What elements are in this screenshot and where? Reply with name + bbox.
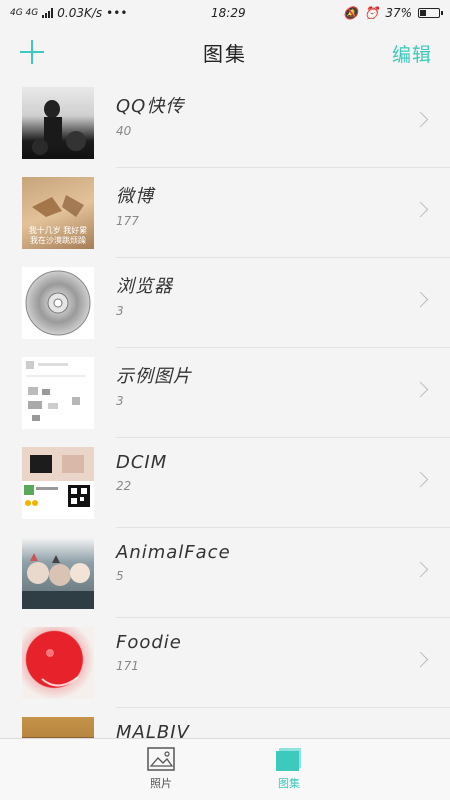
album-item-animalface[interactable]: AnimalFace 5 bbox=[0, 528, 450, 618]
album-item-qq[interactable]: QQ快传 40 bbox=[0, 78, 450, 168]
status-right: 🔕 ⏰ 37% bbox=[343, 6, 443, 20]
album-item-browser[interactable]: 浏览器 3 bbox=[0, 258, 450, 348]
tab-photos-label: 照片 bbox=[150, 777, 172, 790]
album-thumbnail bbox=[22, 267, 94, 339]
album-name: DCIM bbox=[116, 452, 168, 473]
album-item-samples[interactable]: 示例图片 3 bbox=[0, 348, 450, 438]
album-item-foodie[interactable]: Foodie 171 bbox=[0, 618, 450, 708]
photo-thumbnail-image bbox=[22, 737, 94, 738]
status-left: 4G 4G 0.03K/s ••• bbox=[10, 6, 127, 20]
tab-albums-label: 图集 bbox=[278, 777, 300, 790]
chevron-right-icon bbox=[412, 291, 429, 308]
album-thumbnail bbox=[22, 87, 94, 159]
album-name: 示例图片 bbox=[116, 366, 192, 387]
album-thumbnail bbox=[22, 627, 94, 699]
plus-icon[interactable] bbox=[18, 38, 46, 66]
album-name: 浏览器 bbox=[116, 276, 173, 297]
album-name: AnimalFace bbox=[116, 542, 231, 563]
album-count: 3 bbox=[116, 304, 124, 318]
album-name: Foodie bbox=[116, 632, 182, 653]
chevron-right-icon bbox=[412, 471, 429, 488]
bottom-nav: 照片 图集 bbox=[0, 738, 450, 800]
thumbnail-caption: 我十几岁 我好累 我在沙漠跳烦躁 bbox=[22, 226, 94, 246]
album-count: 177 bbox=[116, 214, 139, 228]
title-bar: 图集 编辑 bbox=[0, 26, 450, 78]
album-thumbnail bbox=[22, 537, 94, 609]
signal-icon bbox=[42, 8, 54, 18]
chevron-right-icon bbox=[412, 201, 429, 218]
album-count: 5 bbox=[116, 569, 124, 583]
album-name: QQ快传 bbox=[116, 96, 185, 117]
caption-line: 我十几岁 我好累 bbox=[28, 226, 88, 235]
chevron-right-icon bbox=[412, 381, 429, 398]
album-thumbnail bbox=[22, 357, 94, 429]
chevron-right-icon bbox=[412, 561, 429, 578]
alarm-icon: ⏰ bbox=[364, 6, 380, 20]
battery-icon bbox=[418, 8, 443, 18]
album-thumbnail bbox=[22, 717, 94, 738]
album-count: 22 bbox=[116, 479, 132, 493]
album-count: 171 bbox=[116, 659, 139, 673]
photo-thumbnail-image bbox=[26, 361, 86, 421]
cd-disc-icon bbox=[25, 270, 91, 336]
photo-thumbnail-image bbox=[41, 649, 79, 687]
album-count: 40 bbox=[116, 124, 132, 138]
caption-line: 我在沙漠跳烦躁 bbox=[30, 236, 86, 245]
photo-thumbnail-image bbox=[32, 100, 86, 155]
album-name: 微博 bbox=[116, 186, 154, 207]
clock: 18:29 bbox=[211, 6, 246, 20]
album-name: MALBIV bbox=[116, 722, 190, 738]
photo-thumbnail-image bbox=[22, 553, 94, 609]
album-list: QQ快传 40 我十几岁 我好累 我在沙漠跳烦躁 微博 177 浏览器 3 示例… bbox=[0, 78, 450, 738]
photo-thumbnail-image bbox=[22, 447, 94, 507]
tab-photos[interactable]: 照片 bbox=[121, 747, 201, 791]
battery-percent: 37% bbox=[385, 6, 412, 20]
album-item-dcim[interactable]: DCIM 22 bbox=[0, 438, 450, 528]
albums-icon bbox=[276, 748, 301, 771]
album-item-weibo[interactable]: 我十几岁 我好累 我在沙漠跳烦躁 微博 177 bbox=[0, 168, 450, 258]
tab-albums[interactable]: 图集 bbox=[249, 747, 329, 791]
album-thumbnail: 我十几岁 我好累 我在沙漠跳烦躁 bbox=[22, 177, 94, 249]
album-item-malbiv[interactable]: MALBIV bbox=[0, 708, 450, 738]
network-indicator: 4G 4G bbox=[10, 8, 39, 18]
chevron-right-icon bbox=[412, 651, 429, 668]
status-bar: 4G 4G 0.03K/s ••• 18:29 🔕 ⏰ 37% bbox=[0, 0, 450, 26]
network-speed: 0.03K/s bbox=[57, 6, 103, 20]
more-dots: ••• bbox=[106, 6, 128, 20]
album-thumbnail bbox=[22, 447, 94, 519]
album-count: 3 bbox=[116, 394, 124, 408]
edit-button[interactable]: 编辑 bbox=[392, 40, 432, 67]
bell-icon: 🔕 bbox=[343, 6, 359, 20]
page-title: 图集 bbox=[203, 41, 247, 66]
picture-icon bbox=[147, 747, 175, 771]
chevron-right-icon bbox=[412, 111, 429, 128]
